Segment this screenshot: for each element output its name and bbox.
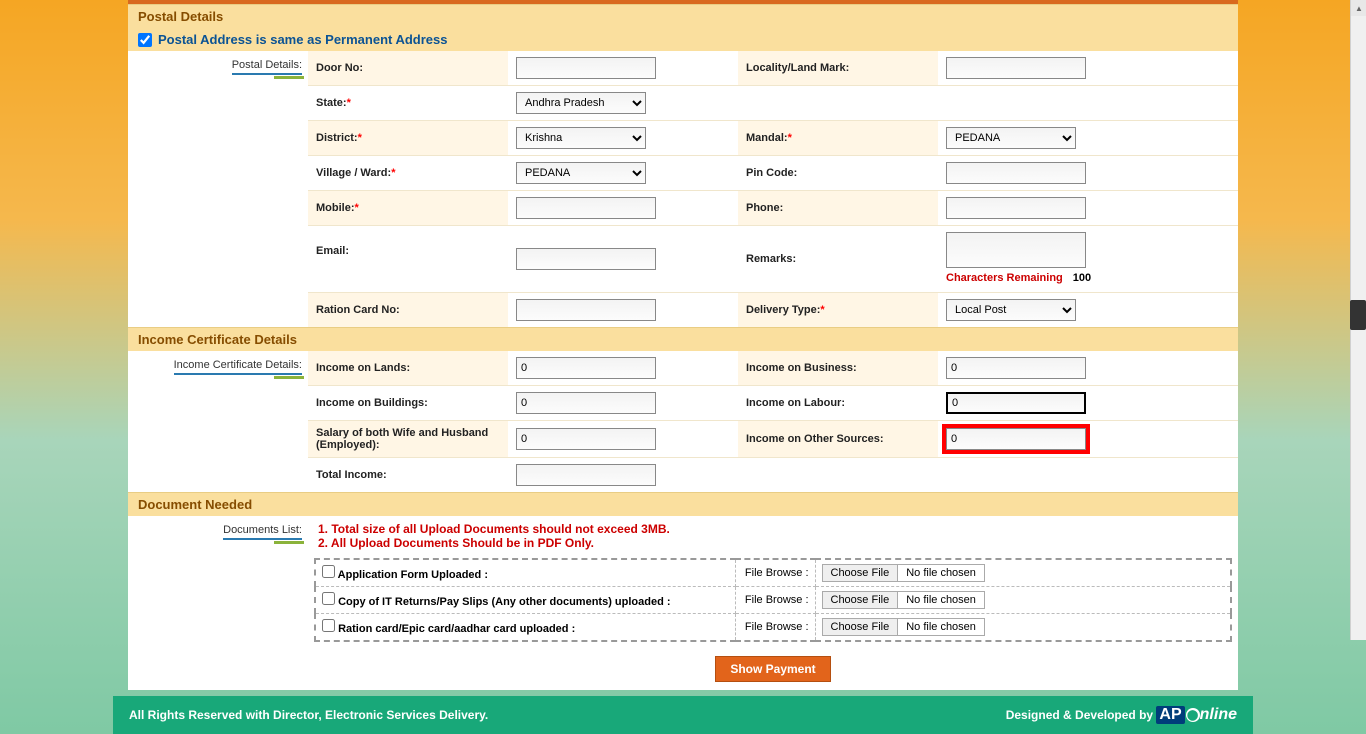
no-file-text-1: No file chosen xyxy=(898,565,984,581)
phone-input[interactable] xyxy=(946,197,1086,219)
locality-label: Locality/Land Mark: xyxy=(746,62,849,74)
state-select[interactable]: Andhra Pradesh xyxy=(516,92,646,114)
ration-input[interactable] xyxy=(516,299,656,321)
mandal-select[interactable]: PEDANA xyxy=(946,127,1076,149)
mobile-label: Mobile: xyxy=(316,202,355,214)
footer-left: All Rights Reserved with Director, Elect… xyxy=(129,708,488,722)
remarks-count: 100 xyxy=(1073,272,1091,284)
state-label: State: xyxy=(316,97,347,109)
income-lands-input[interactable] xyxy=(516,357,656,379)
income-salary-label: Salary of both Wife and Husband (Employe… xyxy=(316,427,500,451)
file-browse-label-3: File Browse : xyxy=(745,621,809,633)
file-browse-label-2: File Browse : xyxy=(745,594,809,606)
email-label: Email: xyxy=(316,245,349,257)
footer: All Rights Reserved with Director, Elect… xyxy=(113,696,1253,734)
choose-file-btn-2[interactable]: Choose File xyxy=(823,592,899,608)
district-select[interactable]: Krishna xyxy=(516,127,646,149)
income-business-label: Income on Business: xyxy=(746,362,857,374)
locality-input[interactable] xyxy=(946,57,1086,79)
income-total-input[interactable] xyxy=(516,464,656,486)
scrollbar-thumb[interactable] xyxy=(1350,300,1366,330)
doc-warning-2: 2. All Upload Documents Should be in PDF… xyxy=(318,536,1228,550)
village-select[interactable]: PEDANA xyxy=(516,162,646,184)
delivery-select[interactable]: Local Post xyxy=(946,299,1076,321)
delivery-label: Delivery Type: xyxy=(746,304,820,316)
income-lands-label: Income on Lands: xyxy=(316,362,410,374)
postal-same-checkbox[interactable] xyxy=(138,33,152,47)
door-no-label: Door No: xyxy=(316,62,363,74)
doc-ration-checkbox[interactable] xyxy=(322,619,335,632)
remarks-note: Characters Remaining xyxy=(946,272,1063,284)
remarks-label: Remarks: xyxy=(746,253,796,265)
file-input-appform[interactable]: Choose File No file chosen xyxy=(822,564,985,582)
scroll-up-icon[interactable]: ▲ xyxy=(1351,0,1366,16)
section-income: Income Certificate Details xyxy=(128,327,1238,351)
income-buildings-label: Income on Buildings: xyxy=(316,397,428,409)
side-label-documents: Documents List: xyxy=(223,524,302,540)
doc-appform-checkbox[interactable] xyxy=(322,565,335,578)
email-input[interactable] xyxy=(516,248,656,270)
postal-same-row: Postal Address is same as Permanent Addr… xyxy=(128,28,1238,51)
village-label: Village / Ward: xyxy=(316,167,391,179)
no-file-text-3: No file chosen xyxy=(898,619,984,635)
district-label: District: xyxy=(316,132,358,144)
file-browse-label-1: File Browse : xyxy=(745,567,809,579)
doc-itreturns-label: Copy of IT Returns/Pay Slips (Any other … xyxy=(338,596,670,608)
doc-itreturns-checkbox[interactable] xyxy=(322,592,335,605)
income-labour-label: Income on Labour: xyxy=(746,397,845,409)
section-documents: Document Needed xyxy=(128,492,1238,516)
remarks-textarea[interactable] xyxy=(946,232,1086,268)
footer-right: Designed & Developed by xyxy=(1006,708,1153,722)
side-label-income: Income Certificate Details: xyxy=(174,359,302,375)
section-postal-details: Postal Details xyxy=(128,4,1238,28)
income-labour-input[interactable] xyxy=(946,392,1086,414)
choose-file-btn-1[interactable]: Choose File xyxy=(823,565,899,581)
choose-file-btn-3[interactable]: Choose File xyxy=(823,619,899,635)
side-label-postal: Postal Details: xyxy=(232,59,302,75)
income-other-label: Income on Other Sources: xyxy=(746,433,884,445)
doc-warning-1: 1. Total size of all Upload Documents sh… xyxy=(318,522,1228,536)
file-input-ration[interactable]: Choose File No file chosen xyxy=(822,618,985,636)
postal-same-label: Postal Address is same as Permanent Addr… xyxy=(158,32,448,47)
pincode-label: Pin Code: xyxy=(746,167,797,179)
income-total-label: Total Income: xyxy=(316,469,387,481)
no-file-text-2: No file chosen xyxy=(898,592,984,608)
file-input-itreturns[interactable]: Choose File No file chosen xyxy=(822,591,985,609)
show-payment-button[interactable]: Show Payment xyxy=(715,656,830,682)
ration-label: Ration Card No: xyxy=(316,304,400,316)
mandal-label: Mandal: xyxy=(746,132,788,144)
phone-label: Phone: xyxy=(746,202,783,214)
mobile-input[interactable] xyxy=(516,197,656,219)
income-salary-input[interactable] xyxy=(516,428,656,450)
doc-ration-label: Ration card/Epic card/aadhar card upload… xyxy=(338,623,575,635)
income-business-input[interactable] xyxy=(946,357,1086,379)
pincode-input[interactable] xyxy=(946,162,1086,184)
aponline-logo: AP⬤nline xyxy=(1156,706,1237,724)
income-other-input[interactable] xyxy=(946,428,1086,450)
income-buildings-input[interactable] xyxy=(516,392,656,414)
doc-appform-label: Application Form Uploaded : xyxy=(338,569,488,581)
door-no-input[interactable] xyxy=(516,57,656,79)
